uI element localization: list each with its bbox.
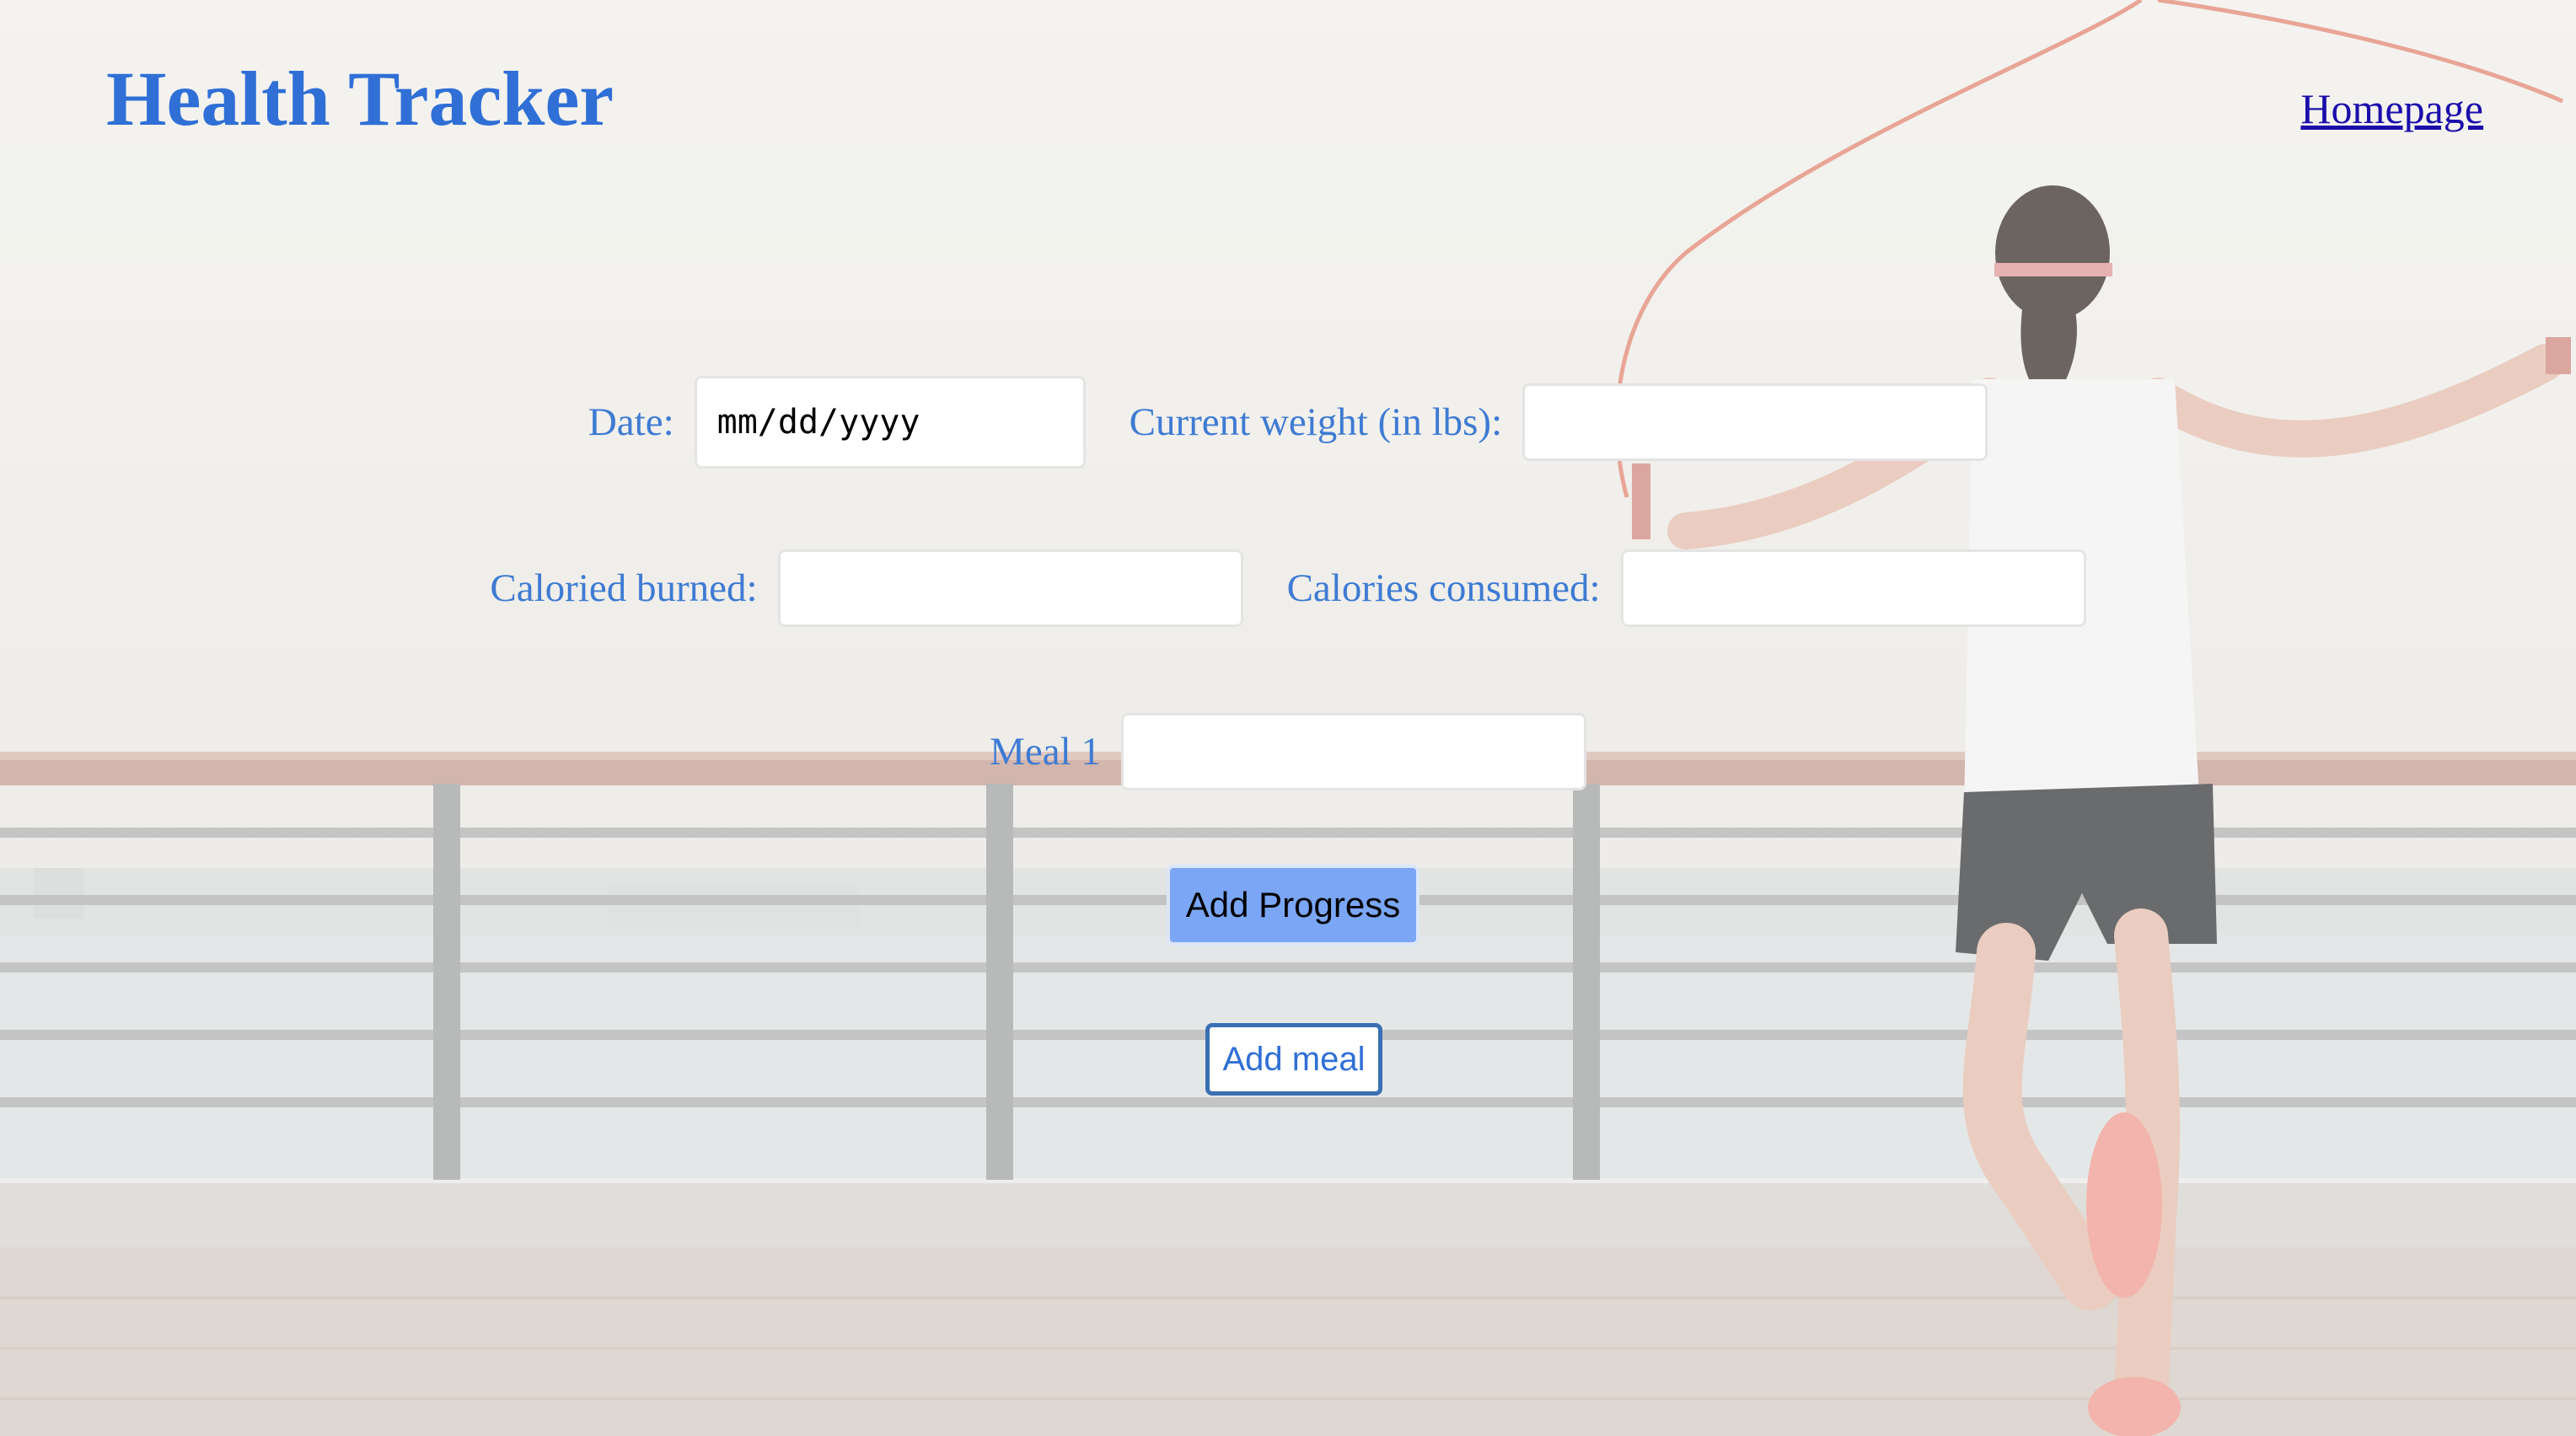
meal-field-group: Meal 1 <box>990 713 1586 790</box>
meal-1-label: Meal 1 <box>990 730 1101 774</box>
date-label: Date: <box>588 400 674 444</box>
calories-burned-label: Caloried burned: <box>490 566 758 610</box>
page-title: Health Tracker <box>106 56 614 142</box>
form-row-date-weight: Date: Current weight (in lbs): <box>0 376 2576 469</box>
add-progress-button[interactable]: Add Progress <box>1167 865 1419 946</box>
form-row-calories: Caloried burned: Calories consumed: <box>0 549 2576 627</box>
homepage-link[interactable]: Homepage <box>2300 84 2483 133</box>
weight-label: Current weight (in lbs): <box>1129 400 1503 444</box>
add-meal-button[interactable]: Add meal <box>1205 1023 1382 1096</box>
weight-field-group: Current weight (in lbs): <box>1130 383 1988 461</box>
calories-consumed-label: Calories consumed: <box>1286 566 1601 610</box>
date-input[interactable] <box>694 376 1086 469</box>
calories-consumed-input[interactable] <box>1620 549 2086 627</box>
date-field-group: Date: <box>588 376 1086 469</box>
consumed-field-group: Calories consumed: <box>1287 549 2086 627</box>
weight-input[interactable] <box>1522 383 1988 461</box>
form-row-meal: Meal 1 <box>0 713 2576 790</box>
meal-1-input[interactable] <box>1120 713 1586 790</box>
calories-burned-input[interactable] <box>777 549 1243 627</box>
burned-field-group: Caloried burned: <box>490 549 1243 627</box>
